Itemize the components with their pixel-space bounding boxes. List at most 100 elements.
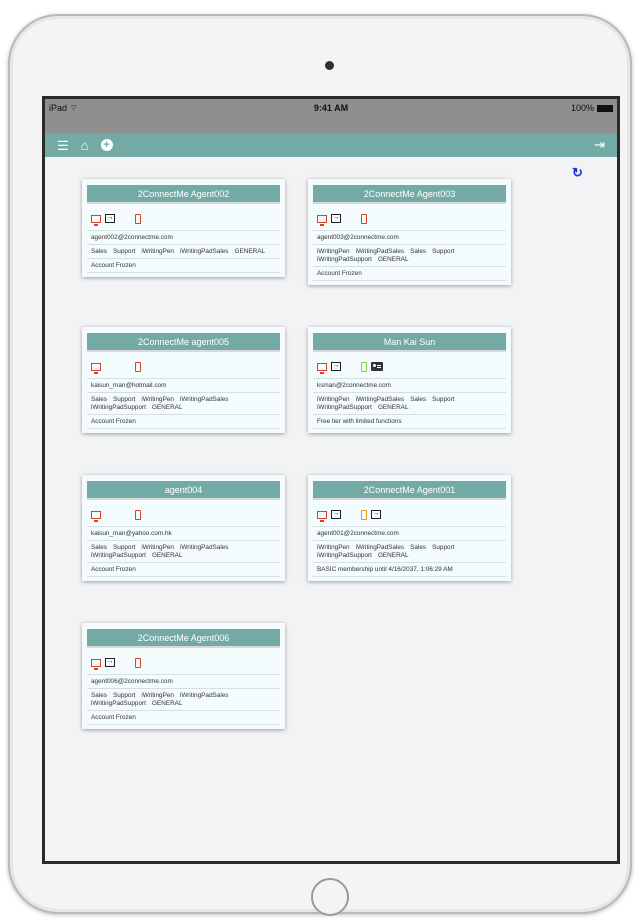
group-tag: iWritingPen: [141, 692, 174, 699]
group-tag: Support: [113, 396, 136, 403]
agent-email: agent001@2connectme.com: [313, 527, 506, 541]
group-tag: GENERAL: [377, 404, 409, 411]
toolbar: ☰ ⌂ + ⇥: [45, 133, 617, 157]
agent-status: BASIC membership until 4/16/2037, 1:06:2…: [313, 563, 506, 577]
agent-status: Account Frozen: [87, 711, 280, 725]
menu-icon[interactable]: ☰: [57, 139, 69, 152]
sign-in-icon: →: [105, 214, 115, 223]
agent-email: agent003@2connectme.com: [313, 231, 506, 245]
group-tag: iWritingPadSales: [179, 692, 229, 699]
agent-groups: iWritingPen iWritingPadSales Sales Suppo…: [313, 393, 506, 415]
group-tag: GENERAL: [234, 248, 266, 255]
group-tag: Sales: [91, 692, 107, 699]
group-tag: Support: [113, 692, 136, 699]
agent-icons: →: [313, 204, 506, 231]
agent-icons: [87, 500, 280, 527]
home-icon[interactable]: ⌂: [81, 139, 89, 152]
agent-status: Account Frozen: [313, 267, 506, 281]
group-tag: iWritingPadSales: [355, 396, 405, 403]
sign-out-icon[interactable]: ⇥: [594, 138, 605, 151]
group-tag: iWritingPadSupport: [91, 552, 146, 559]
sign-in-icon: →: [331, 214, 341, 223]
desktop-icon: [317, 362, 327, 374]
group-tag: iWritingPen: [141, 396, 174, 403]
phone-icon: [135, 657, 141, 668]
group-tag: iWritingPadSupport: [317, 404, 372, 411]
group-tag: Sales: [91, 248, 107, 255]
agent-status: Account Frozen: [87, 259, 280, 273]
sign-in-icon: →: [371, 510, 381, 519]
desktop-icon: [91, 362, 101, 374]
agent-card[interactable]: agent004 kaisun_man@yahoo.com.hk Sales S…: [82, 475, 285, 581]
group-tag: iWritingPadSales: [179, 248, 229, 255]
agent-icons: →: [87, 648, 280, 675]
status-bar: iPad ⌔ 9:41 AM 100%: [45, 99, 617, 133]
agent-card[interactable]: 2ConnectMe Agent001 → → agent001@2connec…: [308, 475, 511, 581]
agent-grid: ↻ 2ConnectMe Agent002 → agent002@2connec…: [45, 157, 617, 861]
home-hardware-button[interactable]: [311, 878, 349, 916]
agent-card[interactable]: 2ConnectMe agent005 kaisun_man@hotmail.c…: [82, 327, 285, 433]
agent-card-title: 2ConnectMe Agent006: [87, 629, 280, 648]
phone-icon: [135, 361, 141, 372]
phone-icon: [361, 213, 367, 224]
group-tag: Sales: [91, 544, 107, 551]
sign-in-icon: →: [105, 658, 115, 667]
status-battery: 100%: [571, 103, 613, 113]
agent-icons: → →: [313, 500, 506, 527]
agent-icons: →: [313, 352, 506, 379]
desktop-icon: [91, 214, 101, 226]
agent-email: kaisun_man@hotmail.com: [87, 379, 280, 393]
agent-groups: Sales Support iWritingPen iWritingPadSal…: [87, 689, 280, 711]
agent-card[interactable]: 2ConnectMe Agent003 → agent003@2connectm…: [308, 179, 511, 285]
agent-card[interactable]: 2ConnectMe Agent002 → agent002@2connectm…: [82, 179, 285, 277]
group-tag: Support: [113, 248, 136, 255]
group-tag: iWritingPadSales: [179, 544, 229, 551]
agent-card-title: 2ConnectMe Agent001: [313, 481, 506, 500]
agent-groups: iWritingPen iWritingPadSales Sales Suppo…: [313, 541, 506, 563]
group-tag: iWritingPadSales: [355, 544, 405, 551]
group-tag: Sales: [410, 396, 427, 403]
add-circle-icon[interactable]: +: [100, 139, 113, 151]
agent-card-title: Man Kai Sun: [313, 333, 506, 352]
agent-card[interactable]: 2ConnectMe Agent006 → agent006@2connectm…: [82, 623, 285, 729]
agent-email: agent002@2connectme.com: [87, 231, 280, 245]
group-tag: iWritingPadSupport: [91, 700, 146, 707]
agent-card-title: 2ConnectMe Agent003: [313, 185, 506, 204]
group-tag: Sales: [410, 544, 427, 551]
contact-card-icon: [371, 362, 383, 371]
refresh-icon[interactable]: ↻: [572, 165, 583, 181]
ipad-frame: iPad ⌔ 9:41 AM 100% ☰ ⌂ + ⇥ ↻ 2ConnectMe…: [8, 14, 632, 916]
agent-email: ksman@2connectme.com: [313, 379, 506, 393]
group-tag: GENERAL: [377, 552, 409, 559]
group-tag: GENERAL: [151, 552, 183, 559]
group-tag: iWritingPadSupport: [91, 404, 146, 411]
group-tag: iWritingPen: [317, 396, 350, 403]
agent-card[interactable]: Man Kai Sun → ksman@2connectme.com iWrit…: [308, 327, 511, 433]
phone-icon: [361, 361, 367, 372]
agent-card-title: agent004: [87, 481, 280, 500]
group-tag: Sales: [91, 396, 107, 403]
agent-status: Account Frozen: [87, 563, 280, 577]
sign-in-icon: →: [331, 510, 341, 519]
desktop-icon: [91, 658, 101, 670]
group-tag: GENERAL: [151, 700, 183, 707]
group-tag: Support: [432, 544, 455, 551]
group-tag: GENERAL: [151, 404, 183, 411]
group-tag: Support: [432, 248, 455, 255]
agent-groups: Sales Support iWritingPen iWritingPadSal…: [87, 393, 280, 415]
agent-email: kaisun_man@yahoo.com.hk: [87, 527, 280, 541]
group-tag: GENERAL: [377, 256, 409, 263]
group-tag: iWritingPen: [317, 248, 350, 255]
group-tag: iWritingPadSales: [179, 396, 229, 403]
camera-dot: [325, 61, 334, 70]
desktop-icon: [317, 214, 327, 226]
agent-groups: Sales Support iWritingPen iWritingPadSal…: [87, 541, 280, 563]
group-tag: Support: [432, 396, 455, 403]
group-tag: Sales: [410, 248, 427, 255]
agent-card-title: 2ConnectMe Agent002: [87, 185, 280, 204]
agent-groups: iWritingPen iWritingPadSales Sales Suppo…: [313, 245, 506, 267]
agent-status: Free tier with limited functions: [313, 415, 506, 429]
group-tag: iWritingPadSales: [355, 248, 405, 255]
group-tag: iWritingPen: [141, 544, 174, 551]
group-tag: iWritingPen: [141, 248, 174, 255]
